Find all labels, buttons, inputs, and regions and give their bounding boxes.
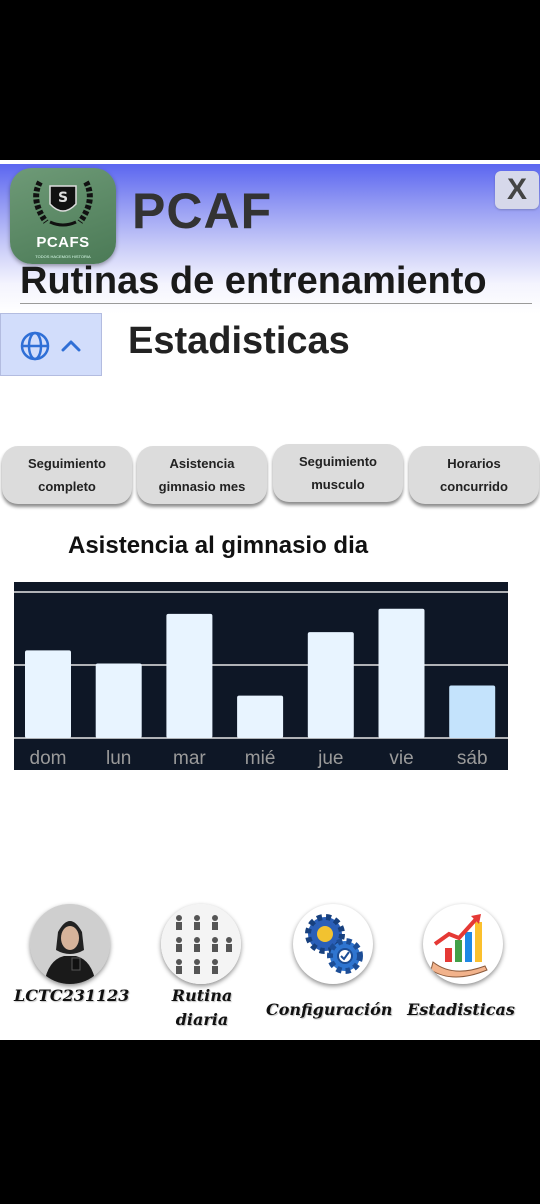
user-avatar	[30, 904, 110, 984]
section-title: Estadisticas	[128, 320, 350, 362]
tab-label-line1: Horarios	[447, 456, 501, 471]
divider	[20, 303, 532, 304]
tab-asistencia-gimnasio-mes[interactable]: Asistencia gimnasio mes	[137, 446, 267, 504]
chart-background	[14, 582, 508, 770]
logo-subtext: TODOS HACEMOS HISTORIA	[35, 254, 91, 259]
exercise-sheet-icon	[161, 904, 241, 984]
tab-label-line1: Seguimiento	[27, 456, 106, 471]
app-logo: S PCAFS TODOS HACEMOS HISTORIA	[10, 168, 116, 264]
nav-label-estadisticas: Estadisticas	[407, 1000, 515, 1019]
language-selector[interactable]	[0, 313, 102, 376]
bar-vie[interactable]	[378, 608, 425, 738]
laurel-shield-icon: S	[33, 180, 93, 227]
nav-label-configuracion: Configuración	[266, 1000, 393, 1019]
gears-icon	[293, 904, 373, 984]
nav-estadisticas[interactable]: Estadisticas	[406, 902, 516, 1019]
person-photo	[30, 904, 110, 984]
page-subtitle: Rutinas de entrenamiento	[20, 260, 487, 302]
bar-dom[interactable]	[25, 650, 71, 738]
bar-mié[interactable]	[237, 695, 284, 738]
x-tick-label: sáb	[457, 748, 488, 769]
x-tick-label: vie	[389, 748, 413, 769]
nav-profile[interactable]: LCTC231123	[14, 902, 129, 1012]
bar-jue[interactable]	[307, 632, 354, 738]
chart-title: Asistencia al gimnasio dia	[68, 532, 369, 559]
tab-label-line2: completo	[38, 479, 96, 494]
x-tick-label: mar	[173, 748, 206, 769]
growth-chart-icon	[423, 904, 503, 984]
tab-label-line2: concurrido	[440, 479, 508, 494]
x-tick-label: lun	[106, 748, 131, 769]
tab-label-line2: gimnasio mes	[158, 479, 246, 494]
nav-configuracion[interactable]: Configuración	[266, 902, 392, 1019]
close-button[interactable]: X	[495, 171, 539, 209]
x-tick-label: jue	[317, 748, 343, 769]
bar-sáb[interactable]	[449, 685, 496, 738]
chevron-up-icon	[61, 340, 81, 352]
attendance-bar-chart: dom lun mar mié jue vie sáb	[14, 582, 508, 770]
logo-text: PCAFS	[36, 234, 90, 251]
tab-label-line1: Seguimiento	[298, 454, 377, 469]
bar-lun[interactable]	[95, 663, 142, 738]
tab-label-line2: musculo	[311, 477, 365, 492]
globe-icon	[20, 331, 50, 361]
app-screen: S PCAFS TODOS HACEMOS HISTORIA PCAF X Ru…	[0, 160, 540, 1040]
tab-seguimiento-completo[interactable]: Seguimiento completo	[2, 446, 132, 504]
tab-horarios-concurrido[interactable]: Horarios concurrido	[409, 446, 539, 504]
chart-svg: dom lun mar mié jue vie sáb	[14, 582, 508, 770]
tab-seguimiento-musculo[interactable]: Seguimiento musculo	[273, 444, 403, 502]
nav-label-rutina: Rutina diaria	[171, 986, 233, 1029]
x-tick-label: mié	[245, 748, 276, 769]
tab-label-line1: Asistencia	[169, 456, 235, 471]
svg-text:S: S	[58, 190, 68, 206]
nav-rutina-diaria[interactable]: Rutina diaria	[150, 902, 254, 1032]
bar-mar[interactable]	[166, 613, 213, 738]
nav-label-profile: LCTC231123	[14, 986, 130, 1005]
x-tick-label: dom	[30, 748, 67, 769]
app-title: PCAF	[132, 183, 273, 239]
